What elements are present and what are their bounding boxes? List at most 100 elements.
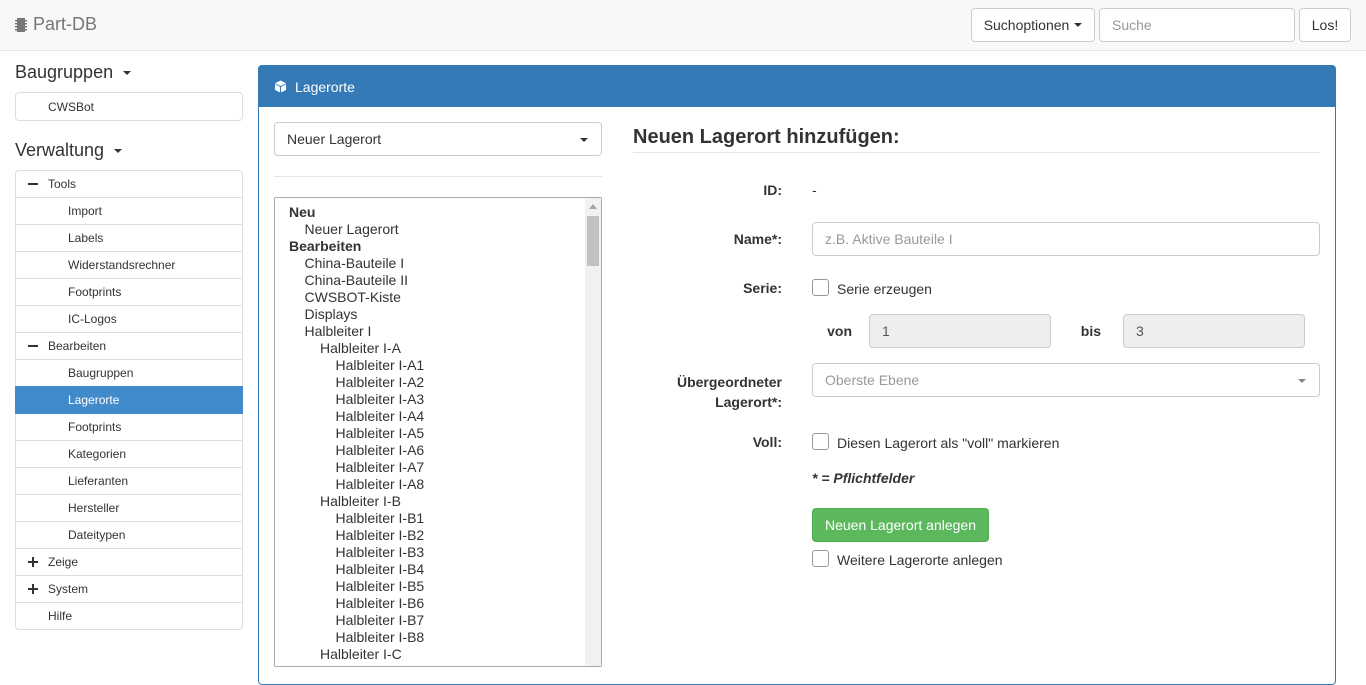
tree-item[interactable]: Halbleiter I-B2 — [336, 527, 425, 544]
tree-item[interactable]: Neuer Lagerort — [305, 221, 399, 238]
tree-item[interactable]: Halbleiter I-A7 — [336, 459, 425, 476]
sidebar-item[interactable]: Bearbeiten — [15, 332, 243, 360]
sidebar-item[interactable]: Import — [15, 197, 243, 225]
tree-item[interactable]: Halbleiter I-A4 — [336, 408, 425, 425]
tree-item[interactable]: Halbleiter I-B6 — [336, 595, 425, 612]
assemblies-heading-label: Baugruppen — [15, 62, 114, 82]
sidebar-item[interactable]: Hersteller — [15, 494, 243, 522]
tree-item[interactable]: Halbleiter I-B4 — [336, 561, 425, 578]
tree-item[interactable]: Halbleiter I-B — [320, 493, 401, 510]
minus-icon[interactable] — [28, 341, 38, 351]
more-checkbox[interactable] — [812, 550, 829, 567]
tree-item[interactable]: Halbleiter I — [305, 323, 372, 340]
sidebar-item-label: Baugruppen — [68, 366, 134, 380]
name-label: Name*: — [733, 231, 782, 247]
search-go-label: Los! — [1311, 17, 1339, 33]
name-input[interactable]: z.B. Aktive Bauteile I — [812, 222, 1320, 256]
caret-down-icon — [114, 149, 123, 154]
from-input-value: 1 — [882, 323, 890, 339]
id-label: ID: — [763, 182, 782, 198]
plus-icon[interactable] — [28, 584, 38, 594]
sidebar-item[interactable]: Lieferanten — [15, 467, 243, 495]
sidebar-item[interactable]: Lagerorte — [15, 386, 243, 414]
storage-tree-list[interactable]: Neu Neuer Lagerort Bearbeiten China-Bauteil… — [274, 197, 602, 667]
tree-item[interactable]: Halbleiter I-A3 — [336, 391, 425, 408]
plus-icon[interactable] — [28, 557, 38, 567]
sidebar-item-label: Widerstandsrechner — [68, 258, 176, 272]
parent-label-line2: Lagerort*: — [715, 394, 782, 410]
tree-item[interactable]: Halbleiter I-A5 — [336, 425, 425, 442]
tree-item[interactable]: China-Bauteile I — [305, 255, 405, 272]
search-options-button[interactable]: Suchoptionen — [971, 8, 1095, 42]
sidebar-item[interactable]: Kategorien — [15, 440, 243, 468]
sidebar-item[interactable]: Tools — [15, 170, 243, 198]
full-checkbox[interactable] — [812, 433, 829, 450]
parent-label-line1: Übergeordneter — [676, 374, 782, 390]
minus-icon[interactable] — [28, 179, 38, 189]
scrollbar-thumb[interactable] — [587, 216, 599, 266]
storage-selector-value: Neuer Lagerort — [287, 131, 382, 147]
sidebar-item[interactable]: Zeige — [15, 548, 243, 576]
scrollbar[interactable] — [585, 198, 601, 666]
from-input[interactable]: 1 — [869, 314, 1051, 348]
tree-item[interactable]: Halbleiter I-B7 — [336, 612, 425, 629]
tree-item[interactable]: Displays — [305, 306, 358, 323]
sidebar-item-label: Import — [68, 204, 103, 218]
tree-item[interactable]: Halbleiter I-B5 — [336, 578, 425, 595]
search-input[interactable] — [1099, 8, 1295, 42]
assemblies-heading[interactable]: Baugruppen — [15, 62, 132, 83]
parent-select[interactable]: Oberste Ebene — [812, 363, 1320, 397]
create-storage-button[interactable]: Neuen Lagerort anlegen — [812, 508, 989, 542]
sidebar-item-label: Footprints — [68, 420, 122, 434]
sidebar-item[interactable]: Footprints — [15, 413, 243, 441]
form-title: Neuen Lagerort hinzufügen: — [633, 126, 900, 148]
tree-item[interactable]: China-Bauteile II — [305, 272, 409, 289]
admin-heading[interactable]: Verwaltung — [15, 140, 123, 161]
to-input[interactable]: 3 — [1123, 314, 1305, 348]
sidebar-item[interactable]: System — [15, 575, 243, 603]
brand-label: Part-DB — [33, 14, 98, 34]
sidebar-item[interactable]: Dateitypen — [15, 521, 243, 549]
sidebar-item[interactable]: Footprints — [15, 278, 243, 306]
tree-item[interactable]: Halbleiter I-A8 — [336, 476, 425, 493]
sidebar-item[interactable]: IC-Logos — [15, 305, 243, 333]
required-note: * = Pflichtfelder — [812, 470, 915, 486]
sidebar-item-label: Zeige — [48, 555, 79, 569]
storage-selector[interactable]: Neuer Lagerort — [274, 122, 602, 156]
scroll-up-arrow-icon[interactable] — [589, 204, 597, 209]
sidebar-item[interactable]: Hilfe — [15, 602, 243, 630]
brand[interactable]: Part-DB — [15, 14, 97, 35]
tree-item[interactable]: Halbleiter I-B1 — [336, 510, 425, 527]
full-label: Voll: — [752, 434, 782, 450]
tree-item[interactable]: Halbleiter I-A — [320, 340, 401, 357]
tree-item[interactable]: Halbleiter I-C — [320, 646, 402, 663]
sidebar-item-label: IC-Logos — [68, 312, 117, 326]
sidebar-item-label: Labels — [68, 231, 104, 245]
sidebar-item-label: Hilfe — [48, 609, 73, 623]
top-navbar: Part-DB Suchoptionen Los! — [0, 0, 1366, 51]
sidebar-item[interactable]: Baugruppen — [15, 359, 243, 387]
series-label: Serie: — [743, 280, 782, 296]
tree-item[interactable]: CWSBOT-Kiste — [305, 289, 401, 306]
full-checkbox-label: Diesen Lagerort als "voll" markieren — [837, 435, 1060, 451]
sidebar-item[interactable]: Widerstandsrechner — [15, 251, 243, 279]
tree-item[interactable]: Halbleiter I-B8 — [336, 629, 425, 646]
search-go-button[interactable]: Los! — [1299, 8, 1351, 42]
series-checkbox[interactable] — [812, 279, 829, 296]
tree-item[interactable]: Halbleiter I-B3 — [336, 544, 425, 561]
admin-heading-label: Verwaltung — [15, 140, 105, 160]
to-input-value: 3 — [1136, 323, 1144, 339]
sidebar-item-label: Tools — [48, 177, 77, 191]
cube-icon — [274, 80, 287, 93]
panel-header: Lagerorte — [259, 66, 1335, 107]
tree-item[interactable]: Halbleiter I-A2 — [336, 374, 425, 391]
assembly-item[interactable]: CWSBot — [15, 92, 243, 121]
admin-list: Tools Import Labels Widerstandsrechner Footp… — [15, 170, 243, 630]
sidebar-item-label: Dateitypen — [68, 528, 126, 542]
tree-item[interactable]: Halbleiter I-A6 — [336, 442, 425, 459]
tree-item[interactable]: Halbleiter I-A1 — [336, 357, 425, 374]
parent-select-value: Oberste Ebene — [825, 372, 920, 388]
sidebar-item[interactable]: Labels — [15, 224, 243, 252]
caret-down-icon — [580, 138, 588, 142]
assemblies-list: CWSBot — [15, 92, 243, 121]
